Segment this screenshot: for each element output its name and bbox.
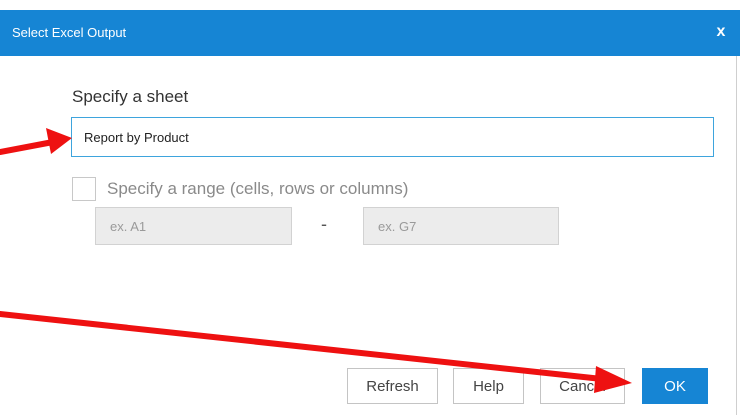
- ok-button[interactable]: OK: [642, 368, 708, 404]
- select-excel-output-dialog: Select Excel Output x Specify a sheet Sp…: [0, 0, 740, 415]
- cancel-button[interactable]: Cancel: [540, 368, 625, 404]
- specify-sheet-label: Specify a sheet: [72, 87, 189, 106]
- dialog-title: Select Excel Output: [12, 25, 127, 40]
- range-start-input[interactable]: [95, 207, 292, 245]
- help-button[interactable]: Help: [453, 368, 524, 404]
- sheet-name-input[interactable]: [71, 117, 714, 157]
- specify-range-checkbox[interactable]: [72, 177, 96, 201]
- close-icon[interactable]: x: [710, 21, 732, 43]
- dialog-title-bar: Select Excel Output x: [0, 10, 740, 56]
- range-separator: -: [321, 214, 327, 234]
- specify-range-label: Specify a range (cells, rows or columns): [107, 179, 409, 198]
- refresh-button[interactable]: Refresh: [347, 368, 438, 404]
- range-end-input[interactable]: [363, 207, 559, 245]
